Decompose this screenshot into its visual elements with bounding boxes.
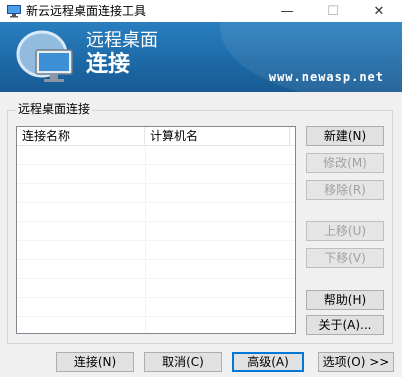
- connect-button[interactable]: 连接(N): [56, 352, 134, 372]
- move-down-button[interactable]: 下移(V): [306, 248, 384, 268]
- grid-line: [17, 259, 295, 260]
- maximize-button[interactable]: ☐: [310, 0, 356, 22]
- list-body[interactable]: [17, 146, 295, 332]
- advanced-button[interactable]: 高级(A): [232, 352, 304, 372]
- banner-title-line2: 连接: [86, 52, 131, 77]
- app-icon: [7, 5, 21, 18]
- list-header: 连接名称 计算机名: [17, 127, 295, 146]
- remote-desktop-monitor-icon: [16, 30, 73, 82]
- column-header-computer-name[interactable]: 计算机名: [145, 127, 290, 145]
- remove-button[interactable]: 移除(R): [306, 180, 384, 200]
- column-header-connection-name[interactable]: 连接名称: [17, 127, 145, 145]
- grid-line: [17, 183, 295, 184]
- edit-button[interactable]: 修改(M): [306, 153, 384, 173]
- grid-line: [17, 240, 295, 241]
- grid-line: [17, 316, 295, 317]
- about-button[interactable]: 关于(A)...: [306, 315, 384, 335]
- column-divider: [145, 146, 146, 332]
- groupbox-legend: 远程桌面连接: [16, 102, 93, 116]
- connections-listview[interactable]: 连接名称 计算机名: [16, 126, 296, 334]
- grid-line: [17, 278, 295, 279]
- help-button[interactable]: 帮助(H): [306, 290, 384, 310]
- banner-url: www.newasp.net: [268, 70, 384, 84]
- move-up-button[interactable]: 上移(U): [306, 221, 384, 241]
- banner-title-line1: 远程桌面: [86, 30, 158, 51]
- header-banner: 远程桌面 连接 www.newasp.net: [0, 22, 402, 92]
- close-button[interactable]: ✕: [356, 0, 402, 22]
- new-button[interactable]: 新建(N): [306, 126, 384, 146]
- cancel-button[interactable]: 取消(C): [144, 352, 222, 372]
- window-title: 新云远程桌面连接工具: [26, 4, 147, 18]
- grid-line: [17, 164, 295, 165]
- title-bar[interactable]: 新云远程桌面连接工具 — ☐ ✕: [0, 0, 402, 22]
- grid-line: [17, 221, 295, 222]
- options-button[interactable]: 选项(O) >>: [318, 352, 394, 372]
- minimize-button[interactable]: —: [264, 0, 310, 22]
- grid-line: [17, 297, 295, 298]
- grid-line: [17, 202, 295, 203]
